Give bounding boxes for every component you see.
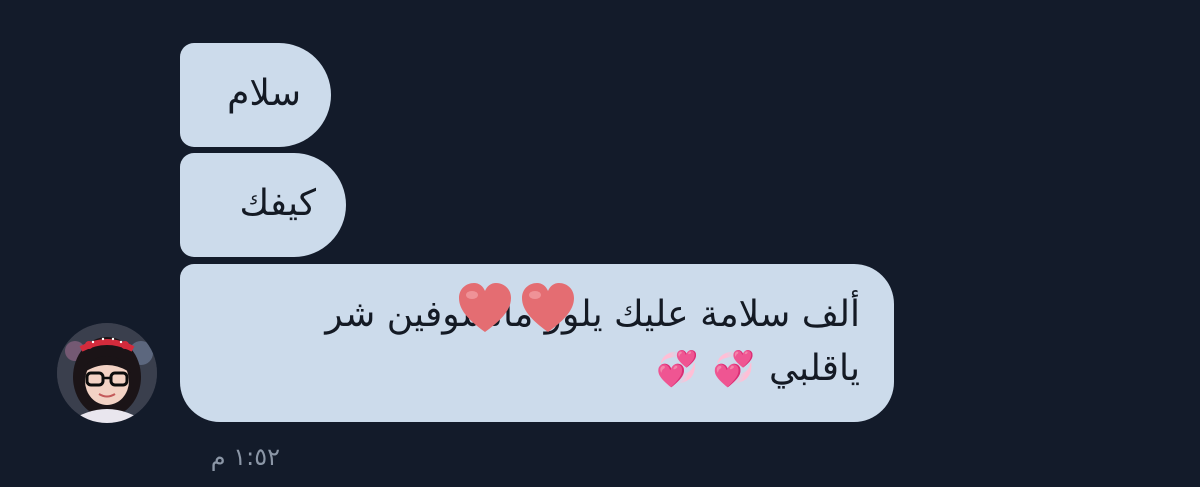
message-text: كيفك [239, 183, 316, 224]
message-text: ياقلبي [769, 348, 860, 389]
message-bubble[interactable]: كيفك [180, 153, 346, 257]
avatar-girl-glasses-icon [57, 323, 157, 423]
message-text-line: ياقلبي 💞 💞 [220, 342, 860, 396]
message-timestamp: ١:٥٢ م [210, 443, 280, 471]
message-bubble[interactable]: سلام [180, 43, 331, 147]
avatar[interactable] [57, 323, 157, 423]
heart-icon [459, 283, 511, 332]
revolving-hearts-icon: 💞 [656, 349, 699, 389]
revolving-hearts-icon: 💞 [712, 349, 756, 389]
message-text: سلام [227, 73, 301, 114]
heart-icon [522, 283, 574, 332]
